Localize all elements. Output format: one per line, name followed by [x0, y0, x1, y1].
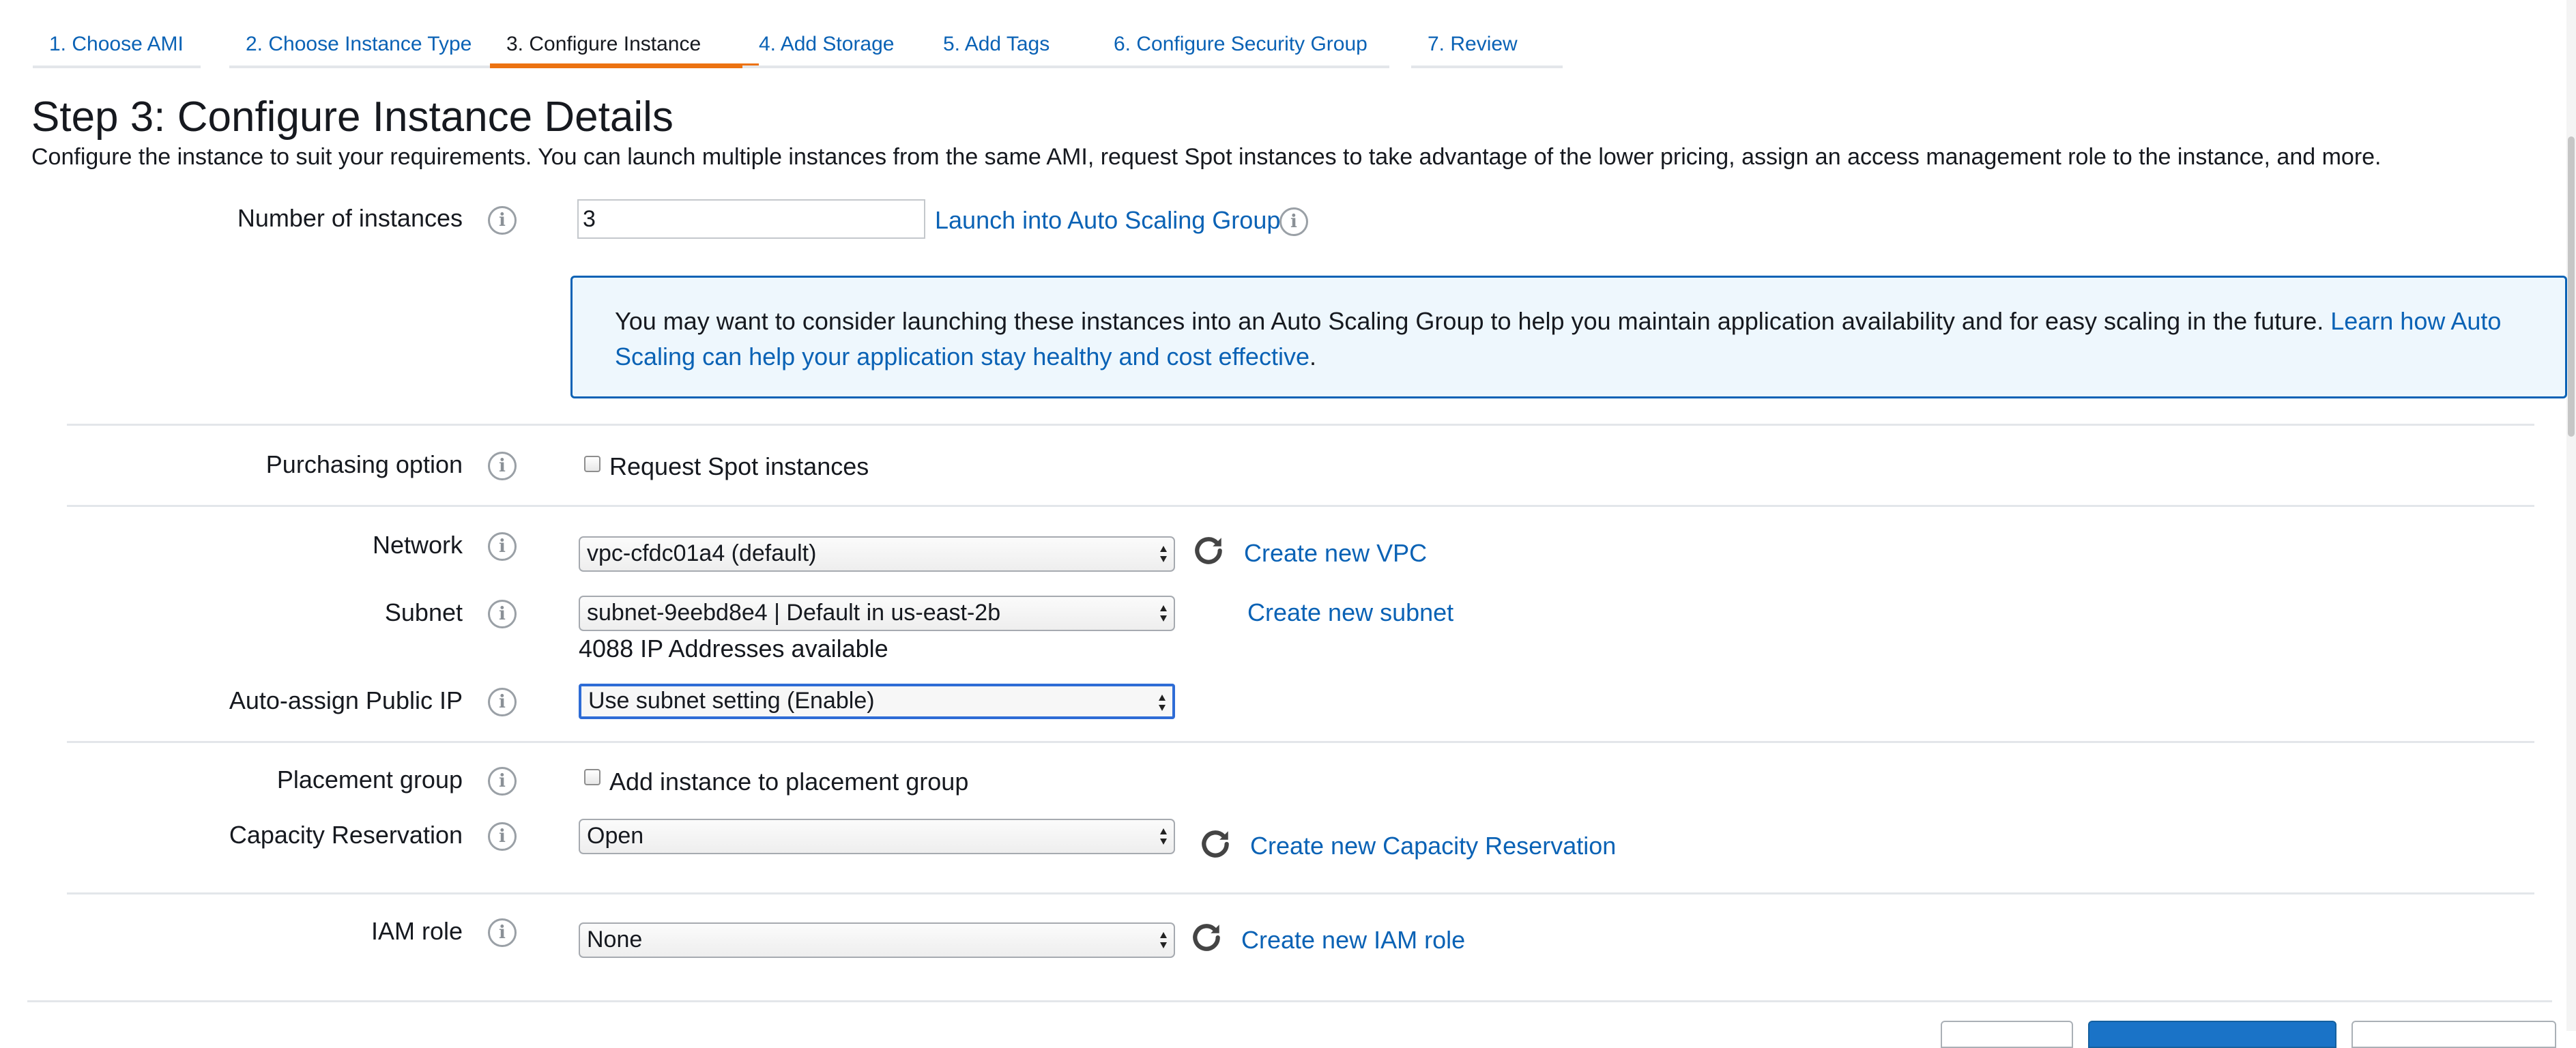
- tab-review[interactable]: 7. Review: [1411, 0, 1563, 68]
- updown-arrows-icon: [1160, 932, 1167, 948]
- public-ip-select-value: Use subnet setting (Enable): [588, 688, 875, 714]
- section-divider: [67, 741, 2534, 743]
- add-to-placement-group-label[interactable]: Add instance to placement group: [609, 766, 968, 798]
- create-new-capacity-reservation-link[interactable]: Create new Capacity Reservation: [1250, 830, 1616, 862]
- subnet-select-value: subnet-9eebd8e4 | Default in us-east-2b: [587, 600, 1001, 626]
- info-icon[interactable]: i: [488, 822, 517, 851]
- section-divider: [67, 892, 2534, 894]
- launch-into-asg-link[interactable]: Launch into Auto Scaling Group: [935, 205, 1280, 236]
- updown-arrows-icon: [1160, 546, 1167, 562]
- scrollbar-thumb[interactable]: [2568, 136, 2575, 437]
- info-icon[interactable]: i: [488, 206, 517, 235]
- subnet-select[interactable]: subnet-9eebd8e4 | Default in us-east-2b: [579, 596, 1175, 631]
- page-title: Step 3: Configure Instance Details: [31, 93, 674, 141]
- iam-select-value: None: [587, 927, 643, 952]
- tab-add-storage[interactable]: 4. Add Storage: [742, 0, 944, 68]
- updown-arrows-icon: [1160, 605, 1167, 622]
- alert-text: You may want to consider launching these…: [615, 307, 2331, 335]
- next-button[interactable]: [2351, 1021, 2556, 1048]
- request-spot-label[interactable]: Request Spot instances: [609, 451, 869, 482]
- info-icon[interactable]: i: [488, 600, 517, 628]
- refresh-icon[interactable]: [1189, 920, 1224, 955]
- capacity-reservation-select[interactable]: Open: [579, 819, 1175, 854]
- autoscaling-info-alert: You may want to consider launching these…: [570, 276, 2567, 398]
- footer-divider: [27, 1000, 2552, 1002]
- iam-role-label: IAM role: [371, 917, 463, 945]
- iam-role-select[interactable]: None: [579, 922, 1175, 958]
- number-of-instances-input[interactable]: [577, 199, 925, 239]
- updown-arrows-icon: [1159, 695, 1166, 711]
- tab-choose-ami[interactable]: 1. Choose AMI: [33, 0, 201, 68]
- number-of-instances-label: Number of instances: [237, 204, 463, 232]
- info-icon[interactable]: i: [488, 767, 517, 796]
- auto-assign-public-ip-select[interactable]: Use subnet setting (Enable): [579, 684, 1175, 719]
- page-description: Configure the instance to suit your requ…: [31, 144, 2382, 170]
- info-icon[interactable]: i: [488, 918, 517, 947]
- capacity-reservation-label: Capacity Reservation: [229, 821, 463, 849]
- capacity-select-value: Open: [587, 823, 644, 849]
- updown-arrows-icon: [1160, 828, 1167, 845]
- subnet-ip-available: 4088 IP Addresses available: [579, 635, 888, 663]
- info-icon[interactable]: i: [1279, 207, 1308, 236]
- create-new-vpc-link[interactable]: Create new VPC: [1244, 538, 1427, 569]
- network-select-value: vpc-cfdc01a4 (default): [587, 540, 817, 566]
- add-to-placement-group-checkbox[interactable]: [584, 769, 600, 785]
- subnet-label: Subnet: [384, 598, 463, 626]
- review-and-launch-button[interactable]: [2088, 1021, 2336, 1048]
- info-icon[interactable]: i: [488, 688, 517, 716]
- network-label: Network: [372, 531, 463, 559]
- network-select[interactable]: vpc-cfdc01a4 (default): [579, 536, 1175, 572]
- tab-configure-security-group[interactable]: 6. Configure Security Group: [1097, 0, 1389, 68]
- request-spot-checkbox[interactable]: [584, 456, 600, 472]
- purchasing-option-label: Purchasing option: [265, 450, 463, 478]
- section-divider: [67, 505, 2534, 507]
- create-new-iam-role-link[interactable]: Create new IAM role: [1241, 925, 1465, 956]
- tab-configure-instance[interactable]: 3. Configure Instance: [490, 0, 759, 68]
- alert-suffix: .: [1309, 343, 1316, 370]
- create-new-subnet-link[interactable]: Create new subnet: [1247, 597, 1453, 628]
- tab-add-tags[interactable]: 5. Add Tags: [927, 0, 1114, 68]
- tab-choose-instance-type[interactable]: 2. Choose Instance Type: [229, 0, 502, 68]
- info-icon[interactable]: i: [488, 532, 517, 561]
- cancel-button[interactable]: [1941, 1021, 2073, 1048]
- section-divider: [67, 424, 2534, 426]
- refresh-icon[interactable]: [1198, 827, 1232, 861]
- refresh-icon[interactable]: [1191, 534, 1226, 568]
- auto-assign-public-ip-label: Auto-assign Public IP: [229, 686, 463, 714]
- placement-group-label: Placement group: [276, 766, 463, 794]
- info-icon[interactable]: i: [488, 452, 517, 480]
